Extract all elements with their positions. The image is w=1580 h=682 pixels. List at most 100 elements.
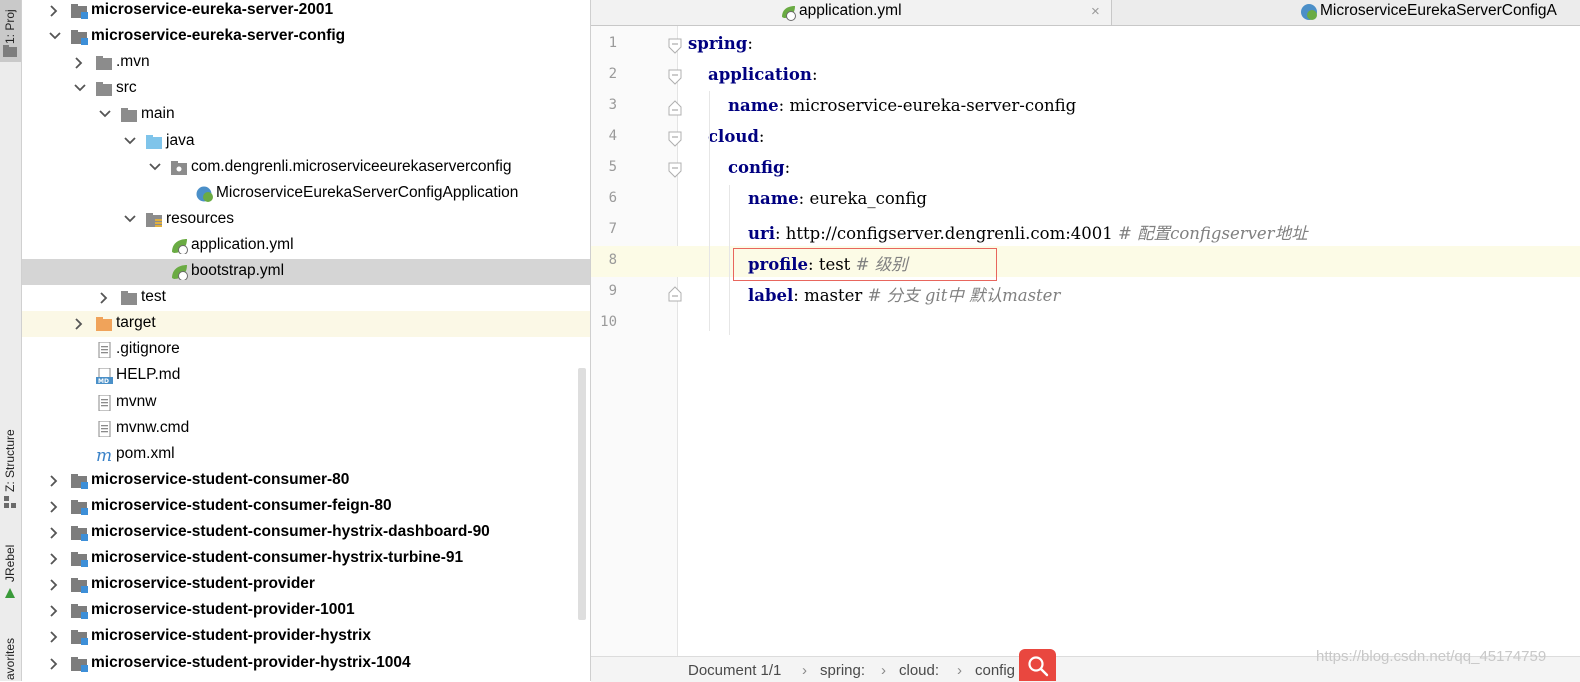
chevron-right-icon[interactable] [72,50,88,76]
tree-item-label: application.yml [191,235,294,253]
spring-yml-icon [782,6,796,21]
chevron-down-icon[interactable] [147,155,163,181]
chevron-right-icon[interactable] [47,468,63,494]
code-line[interactable]: 7 uri: http://configserver.dengrenli.com:… [591,215,1580,246]
search-button[interactable] [1019,649,1056,681]
folder-icon [96,81,113,97]
code-line[interactable]: 2 application: [591,60,1580,91]
tree-item[interactable]: MD HELP.md [22,363,590,389]
tree-item[interactable]: microservice-student-provider [22,572,590,598]
code-line[interactable]: 1 spring: [591,29,1580,60]
fold-marker-icon[interactable] [668,286,682,307]
chevron-right-icon[interactable] [47,572,63,598]
code-line[interactable]: 4 cloud: [591,122,1580,153]
code-line[interactable]: 3 name: microservice-eureka-server-config [591,91,1580,122]
tree-item[interactable]: microservice-student-provider-hystrix-10… [22,651,590,677]
tree-item-label: microservice-student-provider-hystrix-10… [91,653,411,671]
tree-item[interactable]: java [22,129,590,155]
indent-guide [729,275,730,335]
chevron-right-icon[interactable] [47,546,63,572]
jrebel-tool-tab[interactable]: JRebel [0,540,21,604]
tree-item-label: bootstrap.yml [191,262,285,279]
line-number: 1 [608,35,617,51]
fold-marker-icon[interactable] [668,162,682,183]
tree-item-label: microservice-student-consumer-hystrix-tu… [91,549,464,567]
tree-item[interactable]: target [22,311,590,338]
close-icon[interactable]: × [1091,3,1100,20]
tab-microservice-application[interactable]: MicroserviceEurekaServerConfigA [1112,0,1580,25]
chevron-right-icon[interactable] [72,311,88,337]
tree-item[interactable]: microservice-eureka-server-2001 [22,0,590,24]
tree-item[interactable]: m pom.xml [22,442,590,468]
chevron-down-icon[interactable] [47,24,63,50]
fold-marker-icon[interactable] [668,131,682,152]
tree-item[interactable]: microservice-student-provider-1001 [22,598,590,624]
tree-item[interactable]: microservice-student-provider-hystrix [22,624,590,650]
favorites-tool-tab[interactable]: avorites [0,626,21,681]
tree-item[interactable]: .mvn [22,50,590,76]
module-folder-icon [71,656,88,672]
folder-icon [121,107,138,123]
tree-item[interactable]: application.yml [22,233,590,259]
chevron-down-icon[interactable] [97,102,113,128]
breadcrumb-item[interactable]: config [975,662,1015,679]
breadcrumb-item[interactable]: spring: [820,662,865,679]
code-line[interactable]: 10 [591,308,1580,339]
folder-icon [96,55,113,71]
project-tool-tab[interactable]: 1: Proj [0,0,21,62]
tree-item-label: microservice-student-provider [91,575,315,593]
tree-item[interactable]: test [22,285,590,311]
text-file-icon [96,341,113,359]
yaml-key: label [748,286,794,305]
tree-item[interactable]: microservice-student-consumer-feign-80 [22,494,590,520]
structure-tool-tab[interactable]: Z: Structure [0,412,21,512]
yaml-comment: # 分支 git中 默认master [867,286,1061,305]
tree-item[interactable]: MicroserviceEurekaServerConfigApplicatio… [22,181,590,207]
chevron-right-icon[interactable] [97,285,113,311]
tree-item[interactable]: microservice-student-consumer-hystrix-da… [22,520,590,546]
tree-item[interactable]: resources [22,207,590,233]
favorites-tool-tab-label: avorites [3,637,17,680]
code-line[interactable]: 6 name: eureka_config [591,184,1580,215]
tree-item-label: microservice-student-consumer-hystrix-da… [91,523,490,540]
chevron-right-icon[interactable] [47,520,63,546]
tree-item[interactable]: mvnw.cmd [22,416,590,442]
code-line[interactable]: 5 config: [591,153,1580,184]
yaml-value: microservice-eureka-server-config [789,96,1077,115]
yaml-value: http://configserver.dengrenli.com:4001 [785,224,1113,243]
tree-item[interactable]: microservice-student-consumer-80 [22,468,590,494]
fold-marker-icon[interactable] [668,38,682,59]
chevron-right-icon[interactable] [47,651,63,677]
fold-marker-icon[interactable] [668,69,682,90]
breadcrumb-item[interactable]: cloud: [899,662,939,679]
fold-marker-icon[interactable] [668,100,682,121]
chevron-down-icon[interactable] [122,129,138,155]
chevron-down-icon[interactable] [122,207,138,233]
yaml-key: config [728,158,785,177]
yaml-entry: application: [708,65,818,84]
chevron-down-icon[interactable] [72,76,88,102]
chevron-right-icon[interactable] [47,0,63,24]
tree-item[interactable]: com.dengrenli.microserviceeurekaserverco… [22,155,590,181]
tree-item[interactable]: src [22,76,590,102]
module-folder-icon [71,3,88,19]
code-line[interactable]: 9 label: master # 分支 git中 默认master [591,277,1580,308]
spring-boot-class-icon [196,186,213,202]
tree-item[interactable]: microservice-student-consumer-hystrix-tu… [22,546,590,572]
tree-item[interactable]: mvnw [22,390,590,416]
watermark-text: https://blog.csdn.net/qq_45174759 [1316,648,1547,665]
line-number: 7 [608,221,617,237]
module-folder-icon [71,525,88,541]
tree-scrollbar[interactable] [578,368,586,620]
tree-item[interactable]: bootstrap.yml [22,259,590,285]
chevron-right-icon[interactable] [47,494,63,520]
line-number: 3 [608,97,617,113]
tab-application-yml[interactable]: application.yml × [591,0,1112,25]
breadcrumb-separator: › [957,662,962,679]
chevron-right-icon[interactable] [47,598,63,624]
tree-item-label: com.dengrenli.microserviceeurekaserverco… [191,157,512,175]
chevron-right-icon[interactable] [47,624,63,650]
tree-item[interactable]: .gitignore [22,337,590,363]
tree-item[interactable]: main [22,102,590,128]
tree-item[interactable]: microservice-eureka-server-config [22,24,590,50]
